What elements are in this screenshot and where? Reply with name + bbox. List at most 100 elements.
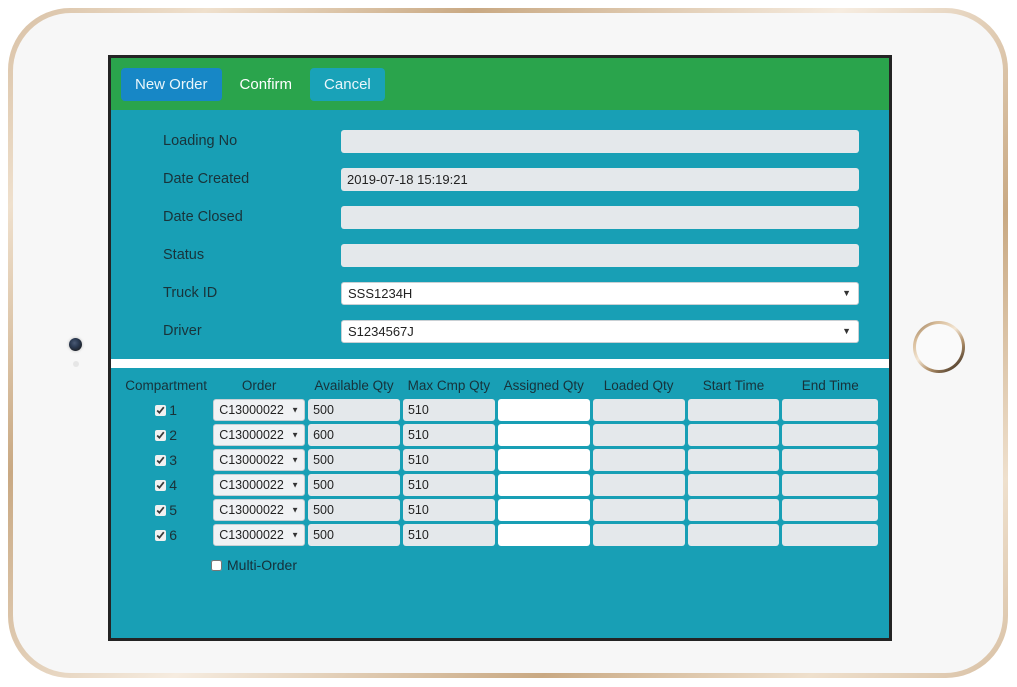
status-input[interactable] <box>341 244 859 267</box>
app-screen: New Order Confirm Cancel Loading No Date… <box>108 55 892 641</box>
loaded-qty-input[interactable] <box>593 424 685 446</box>
cell-max-cmp-qty <box>403 499 495 521</box>
start-time-input[interactable] <box>688 449 780 471</box>
multi-order-label: Multi-Order <box>227 557 297 573</box>
max-cmp-qty-input[interactable] <box>403 499 495 521</box>
cell-compartment: 3 <box>122 449 210 471</box>
cell-available-qty <box>308 474 400 496</box>
loaded-qty-input[interactable] <box>593 474 685 496</box>
field-wrap-date-created <box>341 168 859 191</box>
table-row: 6C13000022▼ <box>122 524 878 546</box>
truck-id-select[interactable]: SSS1234H ▼ <box>341 282 859 305</box>
label-date-created: Date Created <box>141 171 341 187</box>
cell-end-time <box>782 449 878 471</box>
end-time-input[interactable] <box>782 499 878 521</box>
order-select[interactable]: C13000022▼ <box>213 424 305 446</box>
start-time-input[interactable] <box>688 474 780 496</box>
driver-select[interactable]: S1234567J ▼ <box>341 320 859 343</box>
cell-order: C13000022▼ <box>213 474 305 496</box>
compartment-checkbox[interactable] <box>155 405 166 416</box>
tablet-bezel: New Order Confirm Cancel Loading No Date… <box>13 13 1003 673</box>
available-qty-input[interactable] <box>308 449 400 471</box>
compartment-toggle[interactable]: 1 <box>122 402 210 418</box>
end-time-input[interactable] <box>782 524 878 546</box>
compartment-checkbox[interactable] <box>155 530 166 541</box>
loaded-qty-input[interactable] <box>593 449 685 471</box>
compartment-checkbox[interactable] <box>155 505 166 516</box>
order-select[interactable]: C13000022 ▼ <box>213 399 305 421</box>
field-wrap-truck-id: SSS1234H ▼ <box>341 282 859 305</box>
tablet-device: New Order Confirm Cancel Loading No Date… <box>8 8 1008 678</box>
max-cmp-qty-input[interactable] <box>403 474 495 496</box>
cell-compartment: 4 <box>122 474 210 496</box>
th-loaded-qty: Loaded Qty <box>593 377 685 396</box>
compartment-toggle[interactable]: 5 <box>122 502 210 518</box>
date-closed-input[interactable] <box>341 206 859 229</box>
chevron-down-icon: ▼ <box>842 288 851 298</box>
cell-compartment: 6 <box>122 524 210 546</box>
assigned-qty-input[interactable] <box>498 524 590 546</box>
cell-start-time <box>688 424 780 446</box>
label-loading-no: Loading No <box>141 133 341 149</box>
available-qty-input[interactable] <box>308 474 400 496</box>
chevron-down-icon: ▼ <box>291 506 299 515</box>
loading-no-input[interactable] <box>341 130 859 153</box>
loaded-qty-input[interactable] <box>593 524 685 546</box>
max-cmp-qty-input[interactable] <box>403 449 495 471</box>
end-time-input[interactable] <box>782 449 878 471</box>
compartment-toggle[interactable]: 6 <box>122 527 210 543</box>
available-qty-input[interactable] <box>308 524 400 546</box>
available-qty-input[interactable] <box>308 424 400 446</box>
compartment-toggle[interactable]: 4 <box>122 477 210 493</box>
new-order-button[interactable]: New Order <box>121 68 222 101</box>
cell-max-cmp-qty <box>403 424 495 446</box>
assigned-qty-input[interactable] <box>498 424 590 446</box>
available-qty-input[interactable] <box>308 399 400 421</box>
order-value: C13000022 <box>219 503 284 517</box>
order-select[interactable]: C13000022▼ <box>213 474 305 496</box>
multi-order-checkbox[interactable] <box>211 560 222 571</box>
compartment-toggle[interactable]: 3 <box>122 452 210 468</box>
compartment-checkbox[interactable] <box>155 480 166 491</box>
table-body: 1C13000022▼2C13000022▼3C13000022▼4C13000… <box>122 399 878 546</box>
cell-compartment: 5 <box>122 499 210 521</box>
order-select[interactable]: C13000022▼ <box>213 524 305 546</box>
table-row: 2C13000022▼ <box>122 424 878 446</box>
compartment-toggle[interactable]: 2 <box>122 427 210 443</box>
max-cmp-qty-input[interactable] <box>403 524 495 546</box>
loaded-qty-input[interactable] <box>593 399 685 421</box>
end-time-input[interactable] <box>782 399 878 421</box>
assigned-qty-input[interactable] <box>498 499 590 521</box>
end-time-input[interactable] <box>782 474 878 496</box>
confirm-button[interactable]: Confirm <box>226 68 307 101</box>
assigned-qty-input[interactable] <box>498 449 590 471</box>
max-cmp-qty-input[interactable] <box>403 399 495 421</box>
chevron-down-icon: ▼ <box>291 406 299 415</box>
start-time-input[interactable] <box>688 399 780 421</box>
cell-order: C13000022 ▼ <box>213 399 305 421</box>
order-select[interactable]: C13000022▼ <box>213 449 305 471</box>
chevron-down-icon: ▼ <box>842 326 851 336</box>
assigned-qty-input[interactable] <box>498 399 590 421</box>
start-time-input[interactable] <box>688 424 780 446</box>
cell-available-qty <box>308 424 400 446</box>
order-value: C13000022 <box>219 403 284 417</box>
available-qty-input[interactable] <box>308 499 400 521</box>
assigned-qty-input[interactable] <box>498 474 590 496</box>
cancel-button[interactable]: Cancel <box>310 68 385 101</box>
order-select[interactable]: C13000022 ▼ <box>213 499 305 521</box>
max-cmp-qty-input[interactable] <box>403 424 495 446</box>
end-time-input[interactable] <box>782 424 878 446</box>
start-time-input[interactable] <box>688 524 780 546</box>
start-time-input[interactable] <box>688 499 780 521</box>
cell-compartment: 2 <box>122 424 210 446</box>
table-row: 3C13000022▼ <box>122 449 878 471</box>
home-button[interactable] <box>913 321 965 373</box>
order-value: C13000022 <box>219 428 284 442</box>
chevron-down-icon: ▼ <box>291 456 299 465</box>
date-created-input[interactable] <box>341 168 859 191</box>
compartment-checkbox[interactable] <box>155 455 166 466</box>
loaded-qty-input[interactable] <box>593 499 685 521</box>
compartment-checkbox[interactable] <box>155 430 166 441</box>
cell-assigned-qty <box>498 499 590 521</box>
